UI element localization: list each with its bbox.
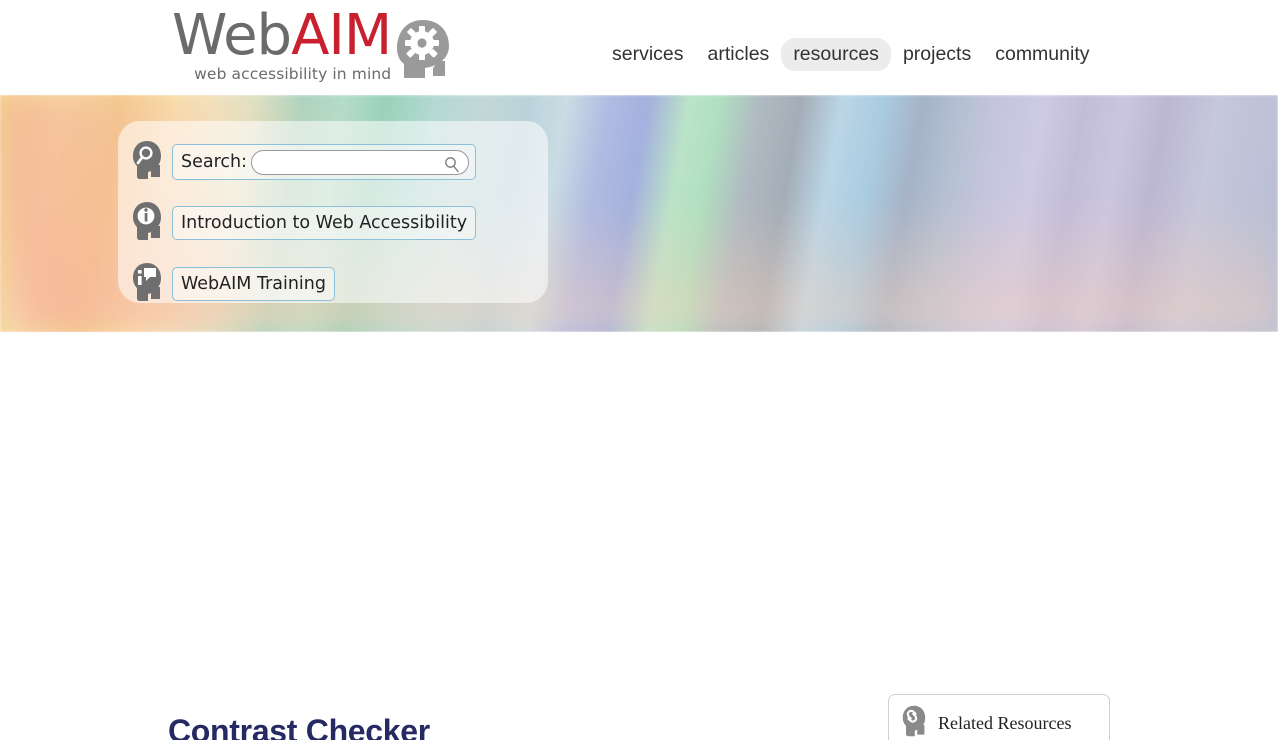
- logo-wordmark: WebAIM: [172, 8, 392, 64]
- main-navigation: services articles resources projects com…: [600, 38, 1102, 72]
- head-speech-icon: [132, 262, 166, 307]
- main-content: Contrast Checker Home>Resources>Contrast…: [0, 332, 1278, 740]
- logo-word-web: Web: [172, 3, 292, 68]
- search-input[interactable]: [261, 151, 448, 173]
- search-pill: Search:: [172, 143, 477, 181]
- related-resources-box: Related Resources Contrast and Color Acc…: [888, 694, 1110, 740]
- hero-banner: Search: Introduction to Web Accessibilit…: [0, 95, 1278, 332]
- search-field-wrapper[interactable]: [251, 149, 470, 175]
- nav-item-articles[interactable]: articles: [696, 38, 782, 71]
- search-icon[interactable]: [444, 155, 460, 181]
- logo-word-aim: AIM: [291, 3, 392, 68]
- head-magnifier-icon: [132, 140, 166, 185]
- related-resources-header: Related Resources: [899, 705, 1099, 740]
- search-label: Search:: [181, 151, 248, 172]
- site-header: WebAIM web accessibility in mind service…: [0, 0, 1278, 95]
- hero-link-training[interactable]: WebAIM Training: [172, 266, 335, 302]
- nav-item-services[interactable]: services: [600, 38, 696, 71]
- nav-item-community[interactable]: community: [983, 38, 1101, 71]
- hero-link-introduction[interactable]: Introduction to Web Accessibility: [172, 205, 477, 241]
- related-resources-title: Related Resources: [938, 713, 1072, 733]
- logo-text: WebAIM web accessibility in mind: [172, 8, 392, 83]
- head-info-icon: [132, 201, 166, 246]
- page-title: Contrast Checker: [168, 713, 430, 740]
- head-gear-icon: [395, 18, 451, 85]
- hero-search-row: Search:: [133, 137, 548, 187]
- hero-panel: Search: Introduction to Web Accessibilit…: [118, 121, 548, 303]
- site-logo[interactable]: WebAIM web accessibility in mind: [172, 8, 451, 85]
- nav-item-projects[interactable]: projects: [891, 38, 983, 71]
- logo-tagline: web accessibility in mind: [194, 65, 392, 83]
- head-link-icon: [899, 705, 929, 740]
- hero-training-row: WebAIM Training: [133, 259, 548, 309]
- nav-item-resources[interactable]: resources: [781, 38, 891, 72]
- hero-intro-row: Introduction to Web Accessibility: [133, 198, 548, 248]
